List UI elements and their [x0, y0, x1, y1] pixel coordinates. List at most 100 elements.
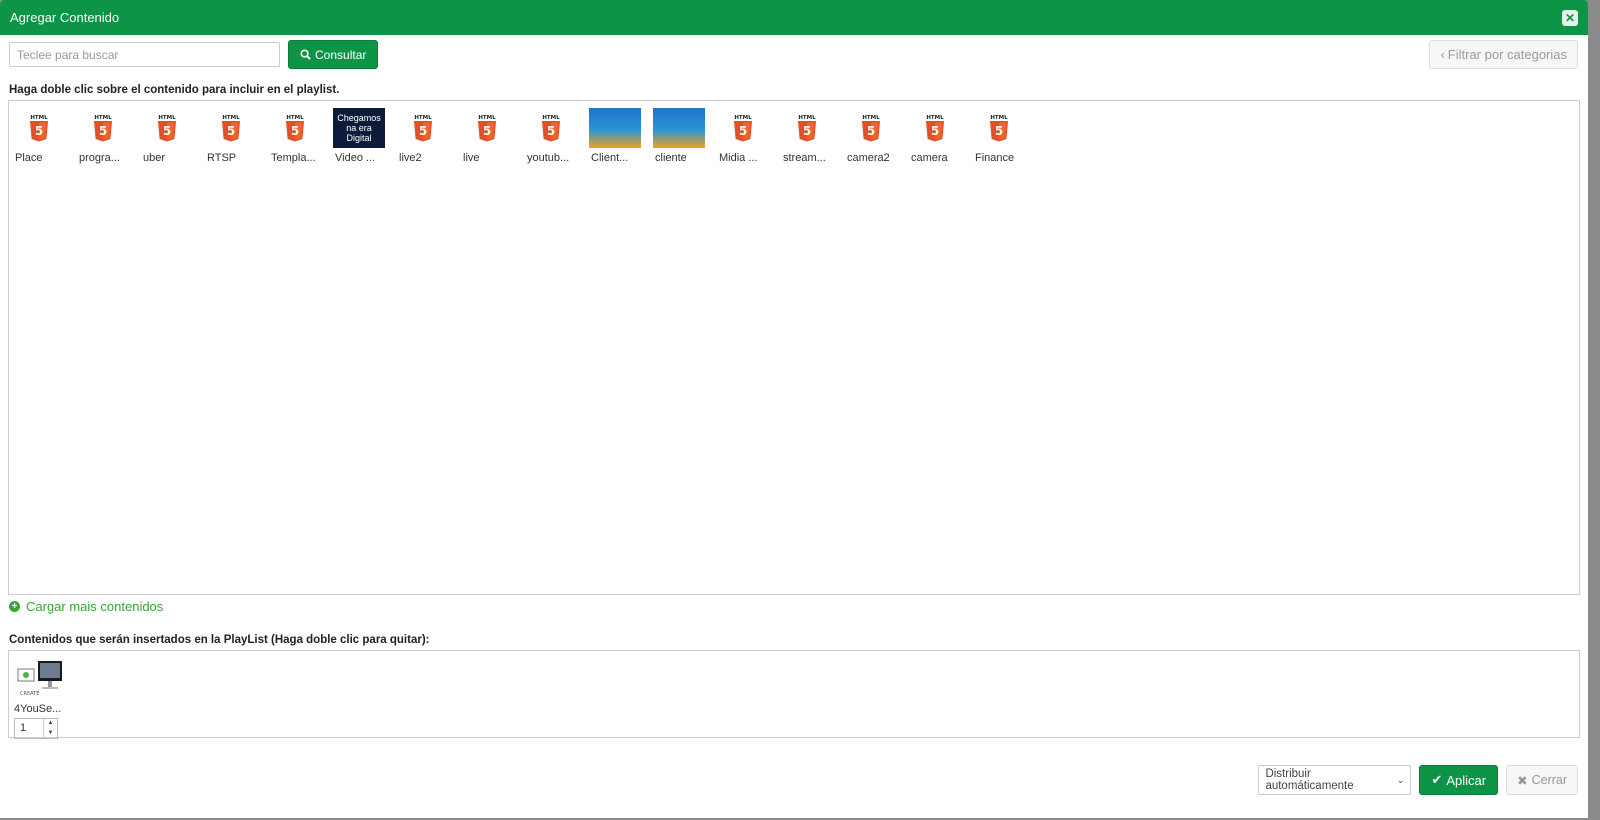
filter-label: Filtrar por categorias — [1447, 47, 1567, 62]
html5-icon: HTML 5 — [414, 115, 432, 142]
svg-text:HTML: HTML — [862, 115, 880, 121]
svg-text:HTML: HTML — [158, 115, 176, 121]
svg-text:5: 5 — [291, 124, 299, 138]
close-icon[interactable]: ✕ — [1562, 9, 1578, 26]
svg-text:5: 5 — [739, 124, 747, 138]
html5-icon: HTML 5 — [30, 115, 48, 142]
content-library: HTML 5 Place HTML 5 progra... HTML 5 ube… — [8, 100, 1580, 595]
content-tile-label: Templa... — [271, 152, 316, 164]
load-more-label: Cargar mais contenidos — [26, 599, 164, 614]
html5-icon: HTML 5 — [222, 115, 240, 142]
svg-text:HTML: HTML — [990, 115, 1008, 121]
content-tile-label: RTSP — [207, 152, 237, 164]
playlist-insert-area: CREATE 4YouSe... 1 ▲ ▼ — [8, 650, 1580, 739]
svg-text:5: 5 — [803, 124, 811, 138]
content-tile[interactable]: HTML 5 camera — [909, 108, 973, 164]
content-tile[interactable]: HTML 5 Place — [13, 108, 77, 164]
html5-icon: HTML 5 — [94, 115, 112, 142]
content-thumbnail: HTML 5 — [269, 108, 321, 148]
content-tile-label: Midia ... — [719, 152, 758, 164]
load-more-link[interactable]: + Cargar mais contenidos — [9, 599, 163, 614]
content-tile[interactable]: Chegamos na era Digital Video ... — [333, 108, 397, 164]
html5-icon: HTML 5 — [926, 115, 944, 142]
content-tile[interactable]: HTML 5 camera2 — [845, 108, 909, 164]
dialog-footer: Distribuir automáticamente ⌄ ✔ Aplicar ✖… — [1258, 765, 1578, 795]
content-thumbnail: Chegamos na era Digital — [333, 108, 385, 148]
html5-icon: HTML 5 — [990, 115, 1008, 142]
svg-text:5: 5 — [419, 124, 427, 138]
svg-text:HTML: HTML — [798, 115, 816, 121]
svg-text:5: 5 — [35, 124, 43, 138]
svg-text:HTML: HTML — [94, 115, 112, 121]
quantity-value[interactable]: 1 — [15, 719, 43, 738]
computer-icon: CREATE — [17, 661, 62, 697]
content-tile-label: uber — [143, 152, 166, 164]
svg-text:HTML: HTML — [414, 115, 432, 121]
content-tile[interactable]: HTML 5 youtub... — [525, 108, 589, 164]
content-tile[interactable]: HTML 5 progra... — [77, 108, 141, 164]
check-icon: ✔ — [1431, 772, 1443, 787]
decrement-icon[interactable]: ▼ — [44, 729, 57, 739]
times-icon: ✖ — [1517, 773, 1528, 788]
plus-circle-icon: + — [9, 601, 20, 612]
content-tile[interactable]: HTML 5 live2 — [397, 108, 461, 164]
html5-icon: HTML 5 — [542, 115, 560, 142]
filter-categories-button[interactable]: ‹ Filtrar por categorias — [1429, 40, 1578, 69]
svg-text:5: 5 — [931, 124, 939, 138]
content-thumbnail — [653, 108, 705, 148]
content-tile[interactable]: HTML 5 Templa... — [269, 108, 333, 164]
content-tile[interactable]: Client... — [589, 108, 653, 164]
apply-button[interactable]: ✔ Aplicar — [1419, 765, 1499, 795]
html5-icon: HTML 5 — [798, 115, 816, 142]
inserted-item-label: 4YouSe... — [14, 703, 62, 715]
content-tile-label: Finance — [975, 152, 1015, 164]
close-button-label: Cerrar — [1531, 773, 1567, 787]
close-button[interactable]: ✖ Cerrar — [1506, 765, 1578, 795]
inserted-item[interactable]: CREATE 4YouSe... 1 ▲ ▼ — [14, 659, 74, 739]
increment-icon[interactable]: ▲ — [44, 719, 57, 729]
content-tile[interactable]: HTML 5 Midia ... — [717, 108, 781, 164]
svg-text:5: 5 — [867, 124, 875, 138]
content-tile[interactable]: HTML 5 RTSP — [205, 108, 269, 164]
content-tile-label: youtub... — [527, 152, 570, 164]
content-tile-label: Video ... — [335, 152, 376, 164]
content-tile-label: cliente — [655, 152, 687, 164]
chevron-left-icon: ‹ — [1440, 47, 1445, 62]
search-input[interactable] — [9, 42, 280, 67]
search-icon — [300, 49, 311, 60]
svg-text:5: 5 — [163, 124, 171, 138]
content-tile[interactable]: HTML 5 stream... — [781, 108, 845, 164]
content-tile-label: stream... — [783, 152, 826, 164]
dialog-title: Agregar Contenido — [10, 10, 120, 25]
svg-text:5: 5 — [99, 124, 107, 138]
html5-icon: HTML 5 — [158, 115, 176, 142]
content-thumbnail: HTML 5 — [717, 108, 769, 148]
content-tile-label: live2 — [399, 152, 422, 164]
content-tile-label: Client... — [591, 152, 629, 164]
item-thumb-text: CREATE — [20, 691, 39, 697]
html5-icon: HTML 5 — [286, 115, 304, 142]
svg-text:HTML: HTML — [926, 115, 944, 121]
svg-text:5: 5 — [483, 124, 491, 138]
distribution-select[interactable]: Distribuir automáticamente ⌄ — [1258, 765, 1412, 795]
content-thumbnail: HTML 5 — [141, 108, 193, 148]
quantity-stepper[interactable]: 1 ▲ ▼ — [14, 718, 58, 739]
html5-icon: HTML 5 — [862, 115, 880, 142]
add-content-dialog: Agregar Contenido ✕ Consultar ‹ Filtrar … — [0, 0, 1588, 818]
content-tile[interactable]: cliente — [653, 108, 717, 164]
content-tile[interactable]: HTML 5 Finance — [973, 108, 1037, 164]
content-thumbnail: HTML 5 — [909, 108, 961, 148]
content-thumbnail: HTML 5 — [205, 108, 257, 148]
content-tile[interactable]: HTML 5 uber — [141, 108, 205, 164]
content-thumbnail: HTML 5 — [525, 108, 577, 148]
search-toolbar: Consultar ‹ Filtrar por categorias — [9, 40, 1578, 69]
svg-text:HTML: HTML — [542, 115, 560, 121]
content-tile[interactable]: HTML 5 live — [461, 108, 525, 164]
svg-text:HTML: HTML — [734, 115, 752, 121]
content-tile-label: camera — [911, 152, 948, 164]
distribution-select-value: Distribuir automáticamente — [1265, 768, 1354, 792]
svg-text:5: 5 — [547, 124, 555, 138]
consult-button[interactable]: Consultar — [288, 40, 379, 69]
content-thumbnail: HTML 5 — [13, 108, 65, 148]
instructions-text: Haga doble clic sobre el contenido para … — [9, 84, 340, 96]
